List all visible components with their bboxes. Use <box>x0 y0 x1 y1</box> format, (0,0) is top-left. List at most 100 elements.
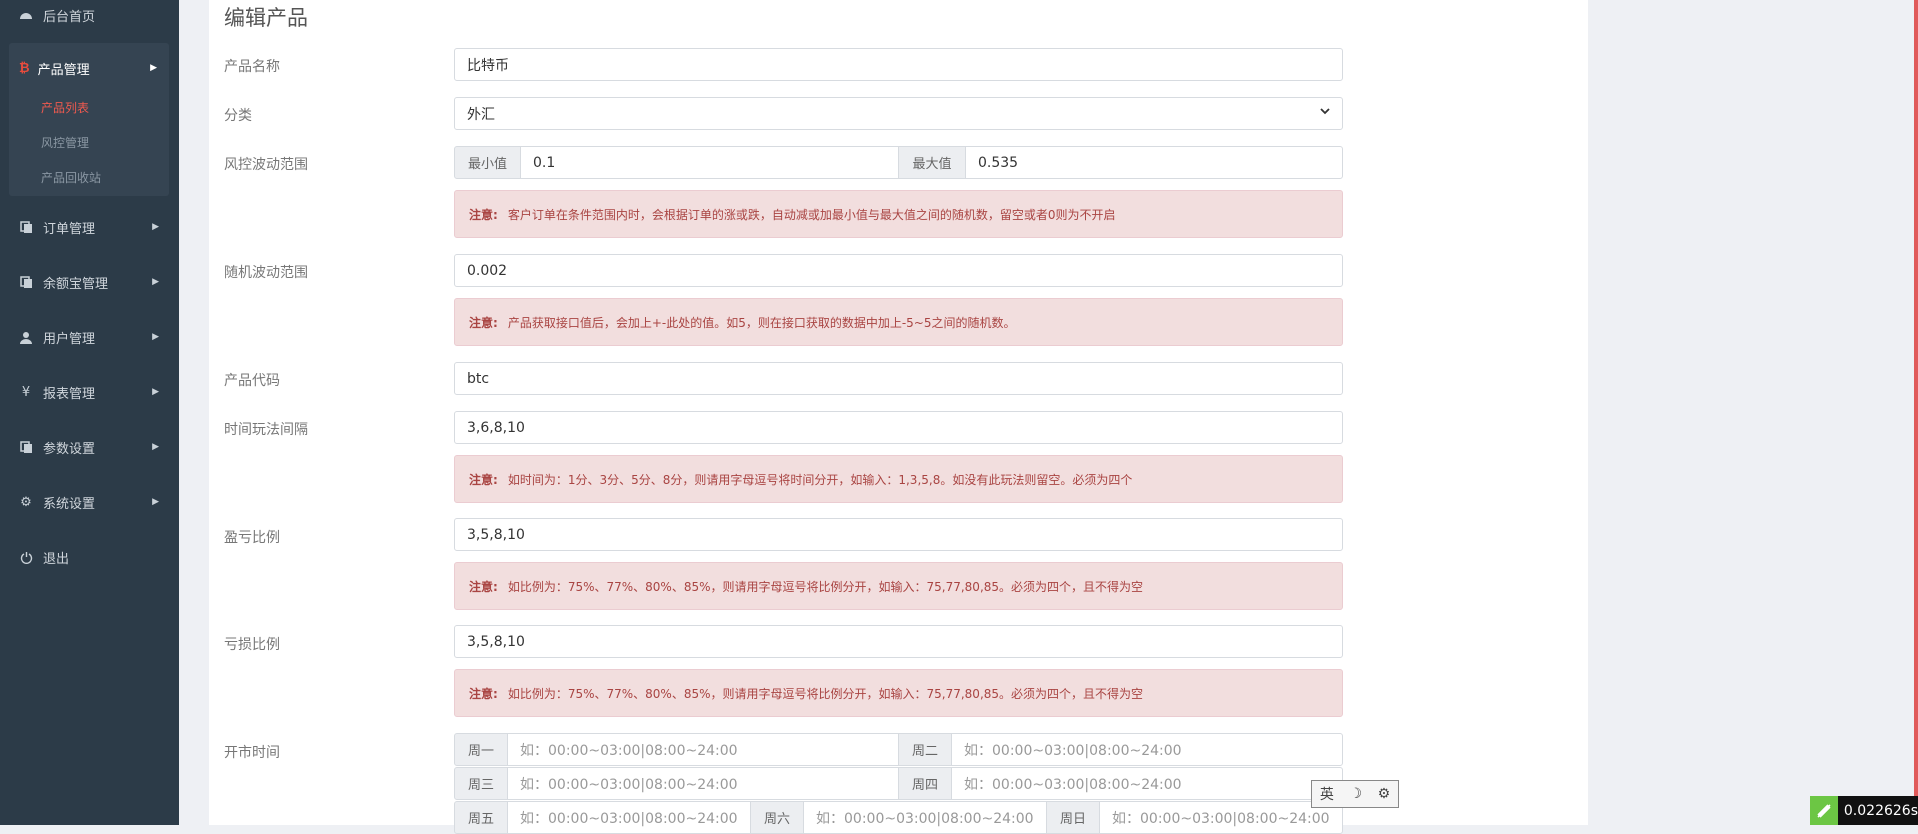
min-addon: 最小值 <box>454 146 521 179</box>
sidebar-item-label: 余额宝管理 <box>43 276 109 292</box>
open-time-thu-input[interactable]: 如：00:00~03:00|08:00~24:00 <box>951 767 1343 800</box>
profit-ratio-note: 注意: 如比例为：75%、77%、80%、85%，则请用字母逗号将比例分开，如输… <box>454 562 1343 610</box>
sidebar-item-product-mgmt[interactable]: ₿ 产品管理 ▶ <box>9 53 169 83</box>
day-addon-wed: 周三 <box>454 767 508 800</box>
sidebar-item-logout[interactable]: 退出 <box>0 542 179 572</box>
sidebar-item-params[interactable]: 参数设置 ▶ <box>0 432 179 462</box>
category-select[interactable]: 外汇 <box>454 97 1343 130</box>
product-code-label: 产品代码 <box>224 373 280 389</box>
caret-right-icon: ▶ <box>150 63 157 73</box>
risk-range-note: 注意: 客户订单在条件范围内时，会根据订单的涨或跌，自动减或加最小值与最大值之间… <box>454 190 1343 238</box>
day-addon-sun: 周日 <box>1046 801 1100 834</box>
sidebar-item-users[interactable]: 用户管理 ▶ <box>0 322 179 352</box>
sidebar: 后台首页 ₿ 产品管理 ▶ 产品列表 风控管理 产品回收站 订单管理 ▶ 余额宝… <box>0 0 179 825</box>
random-range-label: 随机波动范围 <box>224 265 308 281</box>
chevron-down-icon <box>1320 107 1330 118</box>
note-title: 注意: <box>469 579 498 594</box>
sidebar-item-orders[interactable]: 订单管理 ▶ <box>0 212 179 242</box>
yen-icon: ¥ <box>21 384 31 400</box>
note-text: 如比例为：75%、77%、80%、85%，则请用字母逗号将比例分开，如输入：75… <box>507 686 1144 701</box>
sidebar-subitem-product-recycle[interactable]: 产品回收站 <box>41 169 101 186</box>
caret-right-icon: ▶ <box>152 332 159 342</box>
day-addon-tue: 周二 <box>898 733 952 766</box>
time-interval-label: 时间玩法间隔 <box>224 422 308 438</box>
sidebar-item-label: 退出 <box>43 551 70 567</box>
copy-icon <box>19 220 33 234</box>
risk-range-label: 风控波动范围 <box>224 157 308 173</box>
caret-right-icon: ▶ <box>152 497 159 507</box>
category-label: 分类 <box>224 108 252 124</box>
profit-ratio-label: 盈亏比例 <box>224 530 280 546</box>
risk-max-input[interactable]: 0.535 <box>965 146 1343 179</box>
sidebar-item-reports[interactable]: ¥ 报表管理 ▶ <box>0 377 179 407</box>
day-addon-sat: 周六 <box>750 801 804 834</box>
sidebar-subitem-risk-mgmt[interactable]: 风控管理 <box>41 134 89 151</box>
day-addon-fri: 周五 <box>454 801 508 834</box>
ime-toolbar[interactable]: 英 ☽ ⚙ <box>1311 780 1399 808</box>
sidebar-item-label: 报表管理 <box>43 386 96 402</box>
random-range-input[interactable]: 0.002 <box>454 254 1343 287</box>
time-interval-input[interactable]: 3,6,8,10 <box>454 411 1343 444</box>
open-time-wed-input[interactable]: 如：00:00~03:00|08:00~24:00 <box>507 767 899 800</box>
sidebar-subitem-product-list[interactable]: 产品列表 <box>41 99 89 116</box>
sidebar-item-home[interactable]: 后台首页 <box>0 0 179 30</box>
random-range-note: 注意: 产品获取接口值后，会加上+-此处的值。如5，则在接口获取的数据中加上-5… <box>454 298 1343 346</box>
loss-ratio-input[interactable]: 3,5,8,10 <box>454 625 1343 658</box>
day-addon-thu: 周四 <box>898 767 952 800</box>
loss-ratio-label: 亏损比例 <box>224 637 280 653</box>
open-time-tue-input[interactable]: 如：00:00~03:00|08:00~24:00 <box>951 733 1343 766</box>
note-text: 如比例为：75%、77%、80%、85%，则请用字母逗号将比例分开，如输入：75… <box>507 579 1144 594</box>
note-title: 注意: <box>469 315 498 330</box>
product-name-input[interactable]: 比特币 <box>454 48 1343 81</box>
note-text: 客户订单在条件范围内时，会根据订单的涨或跌，自动减或加最小值与最大值之间的随机数… <box>507 207 1116 222</box>
debug-timer: 0.022626s <box>1810 796 1918 825</box>
open-time-mon-input[interactable]: 如：00:00~03:00|08:00~24:00 <box>507 733 899 766</box>
bitcoin-icon: ₿ <box>19 61 30 76</box>
sidebar-group-product: ₿ 产品管理 ▶ 产品列表 风控管理 产品回收站 <box>9 43 169 196</box>
dashboard-icon <box>19 8 33 22</box>
sidebar-item-system[interactable]: ⚙ 系统设置 ▶ <box>0 487 179 517</box>
placeholder-text: 如：00:00~03:00|08:00~24:00 <box>520 742 738 759</box>
caret-right-icon: ▶ <box>152 277 159 287</box>
sidebar-item-label: 后台首页 <box>43 9 96 25</box>
sidebar-item-label: 系统设置 <box>43 496 96 512</box>
loss-ratio-note: 注意: 如比例为：75%、77%、80%、85%，则请用字母逗号将比例分开，如输… <box>454 669 1343 717</box>
copy-icon <box>19 275 33 289</box>
note-title: 注意: <box>469 686 498 701</box>
product-code-input[interactable]: btc <box>454 362 1343 395</box>
ime-mode-toggle[interactable]: 英 <box>1320 784 1334 804</box>
note-text: 如时间为：1分、3分、5分、8分，则请用字母逗号将时间分开，如输入：1,3,5,… <box>507 472 1133 487</box>
gears-icon: ⚙ <box>20 494 32 510</box>
copy-icon <box>19 440 33 454</box>
note-text: 产品获取接口值后，会加上+-此处的值。如5，则在接口获取的数据中加上-5~5之间… <box>507 315 1016 330</box>
placeholder-text: 如：00:00~03:00|08:00~24:00 <box>964 742 1182 759</box>
leaf-logo-icon <box>1810 796 1838 825</box>
risk-min-input[interactable]: 0.1 <box>520 146 899 179</box>
caret-right-icon: ▶ <box>152 222 159 232</box>
placeholder-text: 如：00:00~03:00|08:00~24:00 <box>520 776 738 793</box>
max-addon: 最大值 <box>898 146 966 179</box>
open-time-fri-input[interactable]: 如：00:00~03:00|08:00~24:00 <box>507 801 751 834</box>
page-title: 编辑产品 <box>224 6 308 30</box>
sidebar-item-label: 用户管理 <box>43 331 96 347</box>
sidebar-item-label: 订单管理 <box>43 221 96 237</box>
profit-ratio-input[interactable]: 3,5,8,10 <box>454 518 1343 551</box>
sidebar-item-label: 参数设置 <box>43 441 96 457</box>
sidebar-item-label: 产品管理 <box>37 62 90 78</box>
power-icon <box>19 550 33 564</box>
open-time-sun-input[interactable]: 如：00:00~03:00|08:00~24:00 <box>1099 801 1343 834</box>
time-interval-note: 注意: 如时间为：1分、3分、5分、8分，则请用字母逗号将时间分开，如输入：1,… <box>454 455 1343 503</box>
day-addon-mon: 周一 <box>454 733 508 766</box>
placeholder-text: 如：00:00~03:00|08:00~24:00 <box>964 776 1182 793</box>
timer-value: 0.022626s <box>1843 802 1918 819</box>
note-title: 注意: <box>469 472 498 487</box>
moon-icon[interactable]: ☽ <box>1349 786 1362 802</box>
user-icon <box>19 330 33 344</box>
caret-right-icon: ▶ <box>152 387 159 397</box>
open-time-sat-input[interactable]: 如：00:00~03:00|08:00~24:00 <box>803 801 1047 834</box>
settings-icon[interactable]: ⚙ <box>1378 786 1391 802</box>
sidebar-item-yuebao[interactable]: 余额宝管理 ▶ <box>0 267 179 297</box>
open-time-label: 开市时间 <box>224 745 280 761</box>
category-value: 外汇 <box>467 106 495 123</box>
right-edge-accent <box>1914 0 1918 825</box>
